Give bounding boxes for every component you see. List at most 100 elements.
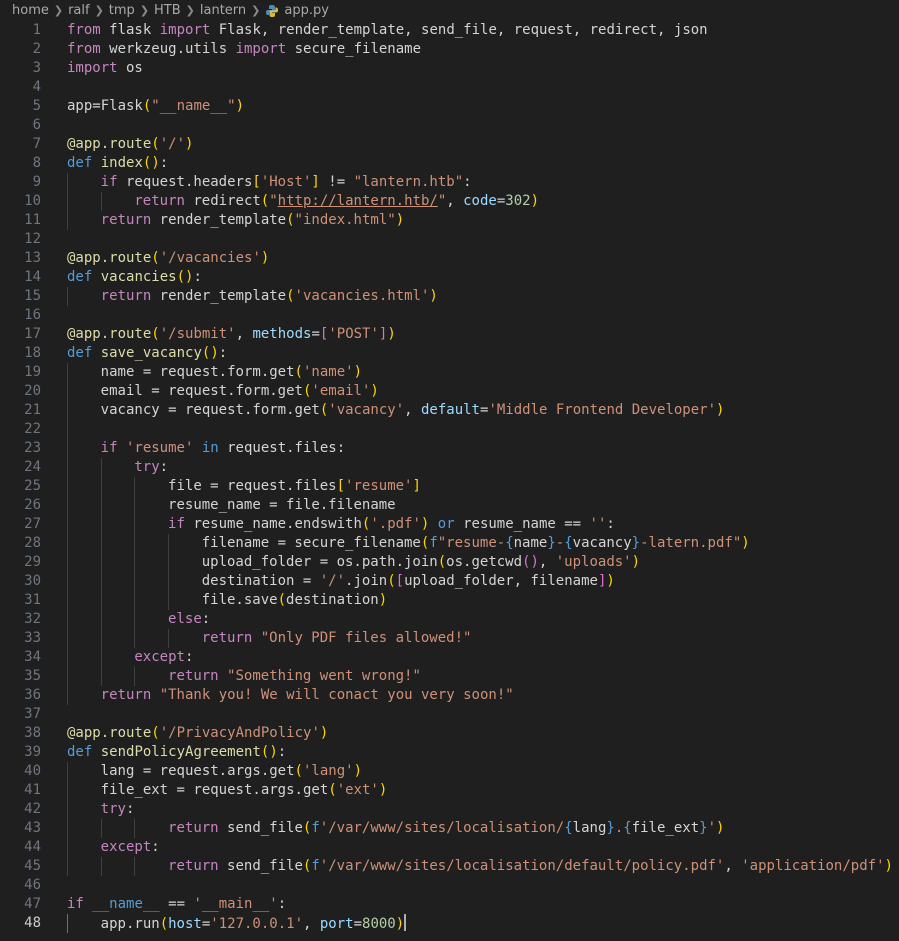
code-line[interactable]: 29 upload_folder = os.path.join(os.getcwd… [0,553,899,572]
code-line[interactable]: 13 @app.route('/vacancies') [0,249,899,268]
code-editor[interactable]: 1 from flask import Flask, render_templat… [0,21,899,941]
code-line[interactable]: 18 def save_vacancy(): [0,344,899,363]
code-token: return [168,668,219,684]
code-line[interactable]: 20 email = request.form.get('email') [0,382,899,401]
code-token: ] [412,478,421,494]
code-text: try: [101,800,135,819]
code-text: upload_folder = os.path.join(os.getcwd()… [202,553,640,572]
code-text: resume_name = file.filename [168,496,396,515]
code-token: "lantern.htb" [353,174,464,190]
code-line[interactable]: 40 lang = request.args.get('lang') [0,762,899,781]
chevron-right-icon: ❯ [185,4,195,17]
code-token: except [100,839,152,855]
line-number: 13 [24,250,41,266]
code-line[interactable]: 16 [0,306,899,325]
code-line[interactable]: 6 [0,116,899,135]
indent-guide [67,173,68,192]
breadcrumb-item-lantern[interactable]: lantern [200,0,246,22]
code-token: () [142,155,160,171]
indent-guide [100,515,102,534]
line-number: 34 [24,649,41,665]
code-text: try: [134,458,168,477]
code-token: == [159,896,194,912]
code-line[interactable]: 27 if resume_name.endswith('.pdf') or res… [0,515,899,534]
code-token: Flask, render_template, send_file, reque… [210,22,708,38]
line-number: 20 [24,383,41,399]
breadcrumb-item-tmp[interactable]: tmp [109,0,135,22]
code-line[interactable]: 24 try: [0,458,899,477]
code-line[interactable]: 25 file = request.files['resume'] [0,477,899,496]
code-line[interactable]: 36 return "Thank you! We will conact you … [0,686,899,705]
code-line[interactable]: 26 resume_name = file.filename [0,496,899,515]
code-line[interactable]: 45 return send_file(f'/var/www/sites/loca… [0,857,899,876]
breadcrumb-file[interactable]: app.py [284,0,329,22]
code-token: 'email' [311,383,371,399]
indent-guide [67,287,68,306]
line-number: 32 [24,611,41,627]
indent-guide [67,458,68,477]
code-line[interactable]: 32 else: [0,610,899,629]
code-line[interactable]: 4 [0,78,899,97]
code-line[interactable]: 19 name = request.form.get('name') [0,363,899,382]
code-line[interactable]: 15 return render_template('vacancies.html… [0,287,899,306]
breadcrumb-item-home[interactable]: home [12,0,49,22]
code-line[interactable]: 11 return render_template("index.html") [0,211,899,230]
code-token: send_file [218,858,303,874]
code-token: ( [387,573,396,589]
code-line[interactable]: 1 from flask import Flask, render_templat… [0,21,899,40]
code-line[interactable]: 46 [0,876,899,895]
code-line[interactable]: 23 if 'resume' in request.files: [0,439,899,458]
code-token: { [505,535,514,551]
code-token: ( [260,193,270,209]
code-line[interactable]: 44 except: [0,838,899,857]
code-line[interactable]: 48 app.run(host='127.0.0.1', port=8000) [0,914,899,933]
code-token: @app.route [67,136,152,152]
code-token: 'ext' [336,782,379,798]
code-line[interactable]: 2 from werkzeug.utils import secure_filen… [0,40,899,59]
code-token: "Only PDF files allowed!" [260,630,472,646]
code-text: def save_vacancy(): [67,344,227,363]
code-token: '/submit' [159,326,236,342]
code-line[interactable]: 28 filename = secure_filename(f"resume-{n… [0,534,899,553]
code-line[interactable]: 14 def vacancies(): [0,268,899,287]
code-line[interactable]: 34 except: [0,648,899,667]
line-number: 1 [32,22,41,38]
code-line[interactable]: 47 if __name__ == '__main__': [0,895,899,914]
indent-guide [134,857,136,876]
code-token: ] [311,174,320,190]
code-line[interactable]: 35 return "Something went wrong!" [0,667,899,686]
code-line[interactable]: 37 [0,705,899,724]
code-line[interactable]: 3 import os [0,59,899,78]
code-token: { [564,820,573,836]
code-line[interactable]: 22 [0,420,899,439]
code-line[interactable]: 42 try: [0,800,899,819]
code-line[interactable]: 43 return send_file(f'/var/www/sites/loca… [0,819,899,838]
code-line[interactable]: 39 def sendPolicyAgreement(): [0,743,899,762]
code-token: return [100,687,152,703]
code-token: @app.route [67,250,152,266]
indent-guide [67,401,68,420]
code-line[interactable]: 12 [0,230,899,249]
code-line[interactable]: 38 @app.route('/PrivacyAndPolicy') [0,724,899,743]
code-line[interactable]: 9 if request.headers['Host'] != "lantern.… [0,173,899,192]
code-line[interactable]: 5 app=Flask("__name__") [0,97,899,116]
breadcrumb-item-ralf[interactable]: ralf [68,0,90,22]
code-line[interactable]: 30 destination = '/'.join([upload_folder,… [0,572,899,591]
code-text: destination = '/'.join([upload_folder, f… [202,572,615,591]
code-line[interactable]: 41 file_ext = request.args.get('ext') [0,781,899,800]
indent-guide [100,857,102,876]
breadcrumb-item-htb[interactable]: HTB [154,0,181,22]
code-line[interactable]: 31 file.save(destination) [0,591,899,610]
line-number: 26 [24,497,41,513]
code-token: ( [294,364,303,380]
code-token: vacancy = request.form.get [100,402,320,418]
code-line[interactable]: 33 return "Only PDF files allowed!" [0,629,899,648]
code-line[interactable]: 8 def index(): [0,154,899,173]
code-line[interactable]: 21 vacancy = request.form.get('vacancy', … [0,401,899,420]
indent-guide [100,534,102,553]
code-line[interactable]: 17 @app.route('/submit', methods=['POST']… [0,325,899,344]
code-line[interactable]: 7 @app.route('/') [0,135,899,154]
code-line[interactable]: 10 return redirect("http://lantern.htb/",… [0,192,899,211]
